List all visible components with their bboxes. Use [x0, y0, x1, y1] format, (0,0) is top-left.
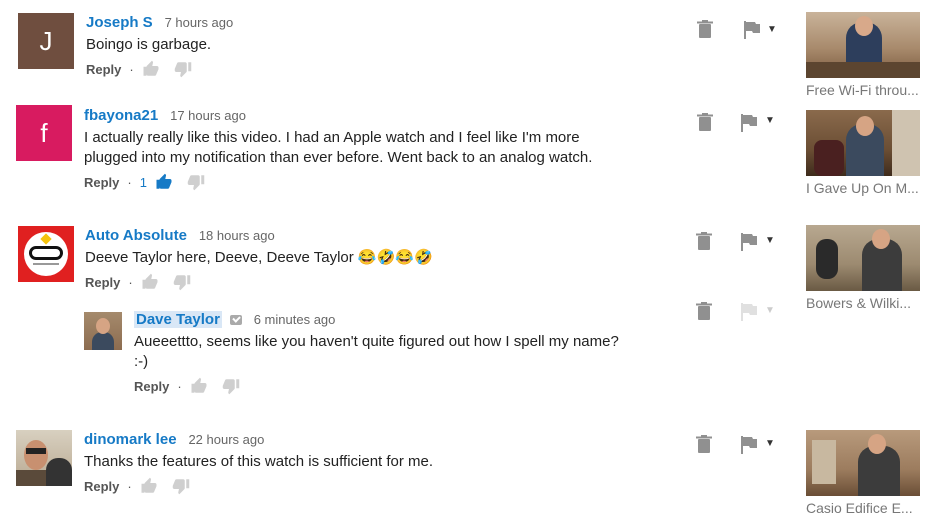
delete-icon[interactable] [697, 20, 713, 38]
comment-author[interactable]: fbayona21 [84, 107, 158, 124]
comment-author[interactable]: Joseph S [86, 14, 153, 31]
thumbs-up-icon[interactable] [190, 377, 208, 395]
comment-text: Deeve Taylor here, Deeve, Deeve Taylor 😂… [85, 249, 433, 266]
comment-author[interactable]: Dave Taylor [134, 311, 222, 328]
video-thumbnail-image[interactable] [806, 225, 920, 291]
dinomark-photo-icon [16, 430, 72, 486]
separator-dot: · [177, 378, 182, 394]
thumbs-down-icon[interactable] [173, 273, 191, 291]
thumbs-down-icon[interactable] [187, 173, 205, 191]
avatar[interactable]: f [16, 105, 72, 161]
video-thumbnail-card[interactable]: Bowers & Wilki... [806, 225, 922, 312]
comment-text: Boingo is garbage. [86, 36, 212, 53]
video-thumbnail-card[interactable]: I Gave Up On M... [806, 110, 922, 197]
reply-button[interactable]: Reply [86, 62, 121, 77]
auto-absolute-logo-icon [24, 232, 68, 276]
thumbs-down-icon[interactable] [174, 60, 192, 78]
reply-button[interactable]: Reply [85, 275, 120, 290]
delete-icon[interactable] [696, 302, 712, 320]
thumbs-up-icon[interactable] [142, 60, 160, 78]
separator-dot: · [129, 61, 134, 77]
separator-dot: · [127, 478, 132, 494]
chevron-down-icon[interactable]: ▼ [765, 235, 775, 246]
thumbs-up-icon[interactable] [141, 273, 159, 291]
avatar-letter: f [40, 117, 48, 148]
flag-icon[interactable] [741, 303, 757, 321]
video-thumbnail-image[interactable] [806, 110, 920, 176]
comment-text: I actually really like this video. I had… [84, 129, 593, 166]
dave-taylor-photo-icon [84, 312, 122, 350]
chevron-down-icon[interactable]: ▼ [765, 438, 775, 449]
comment-author[interactable]: Auto Absolute [85, 227, 187, 244]
avatar-letter: J [39, 25, 53, 56]
video-title[interactable]: I Gave Up On M... [806, 179, 920, 197]
video-title[interactable]: Casio Edifice E... [806, 499, 920, 517]
reply-button[interactable]: Reply [84, 175, 119, 190]
video-thumbnail-image[interactable] [806, 430, 920, 496]
video-thumbnail-card[interactable]: Free Wi-Fi throu... [806, 12, 922, 99]
avatar[interactable] [18, 226, 74, 282]
delete-icon[interactable] [696, 435, 712, 453]
like-count: 1 [139, 174, 147, 190]
comment-time[interactable]: 22 hours ago [188, 432, 264, 447]
comment-time[interactable]: 7 hours ago [165, 15, 234, 30]
avatar[interactable] [16, 430, 72, 486]
chevron-down-icon[interactable]: ▼ [765, 115, 775, 126]
comment-time[interactable]: 6 minutes ago [254, 312, 336, 327]
avatar[interactable]: J [18, 13, 74, 69]
verified-icon [229, 315, 242, 326]
flag-icon[interactable] [744, 21, 760, 39]
video-thumbnail-image[interactable] [806, 12, 920, 78]
thumbs-up-icon[interactable] [155, 173, 173, 191]
comment-text: Aueeettto, seems like you haven't quite … [134, 333, 619, 370]
reply-button[interactable]: Reply [84, 479, 119, 494]
video-title[interactable]: Free Wi-Fi throu... [806, 81, 920, 99]
reply-button[interactable]: Reply [134, 379, 169, 394]
thumbs-down-icon[interactable] [222, 377, 240, 395]
flag-icon[interactable] [741, 233, 757, 251]
separator-dot: · [128, 274, 133, 290]
comment-time[interactable]: 17 hours ago [170, 108, 246, 123]
delete-icon[interactable] [697, 113, 713, 131]
comment-text: Thanks the features of this watch is suf… [84, 453, 434, 470]
separator-dot: · [127, 174, 132, 190]
delete-icon[interactable] [696, 232, 712, 250]
video-title[interactable]: Bowers & Wilki... [806, 294, 920, 312]
chevron-down-icon[interactable]: ▼ [765, 305, 775, 316]
video-thumbnail-card[interactable]: Casio Edifice E... [806, 430, 922, 517]
avatar[interactable] [84, 312, 122, 350]
thumbs-up-icon[interactable] [140, 477, 158, 495]
flag-icon[interactable] [741, 114, 757, 132]
comment-time[interactable]: 18 hours ago [199, 228, 275, 243]
comment-author[interactable]: dinomark lee [84, 431, 177, 448]
thumbs-down-icon[interactable] [172, 477, 190, 495]
chevron-down-icon[interactable]: ▼ [767, 24, 777, 35]
flag-icon[interactable] [741, 436, 757, 454]
